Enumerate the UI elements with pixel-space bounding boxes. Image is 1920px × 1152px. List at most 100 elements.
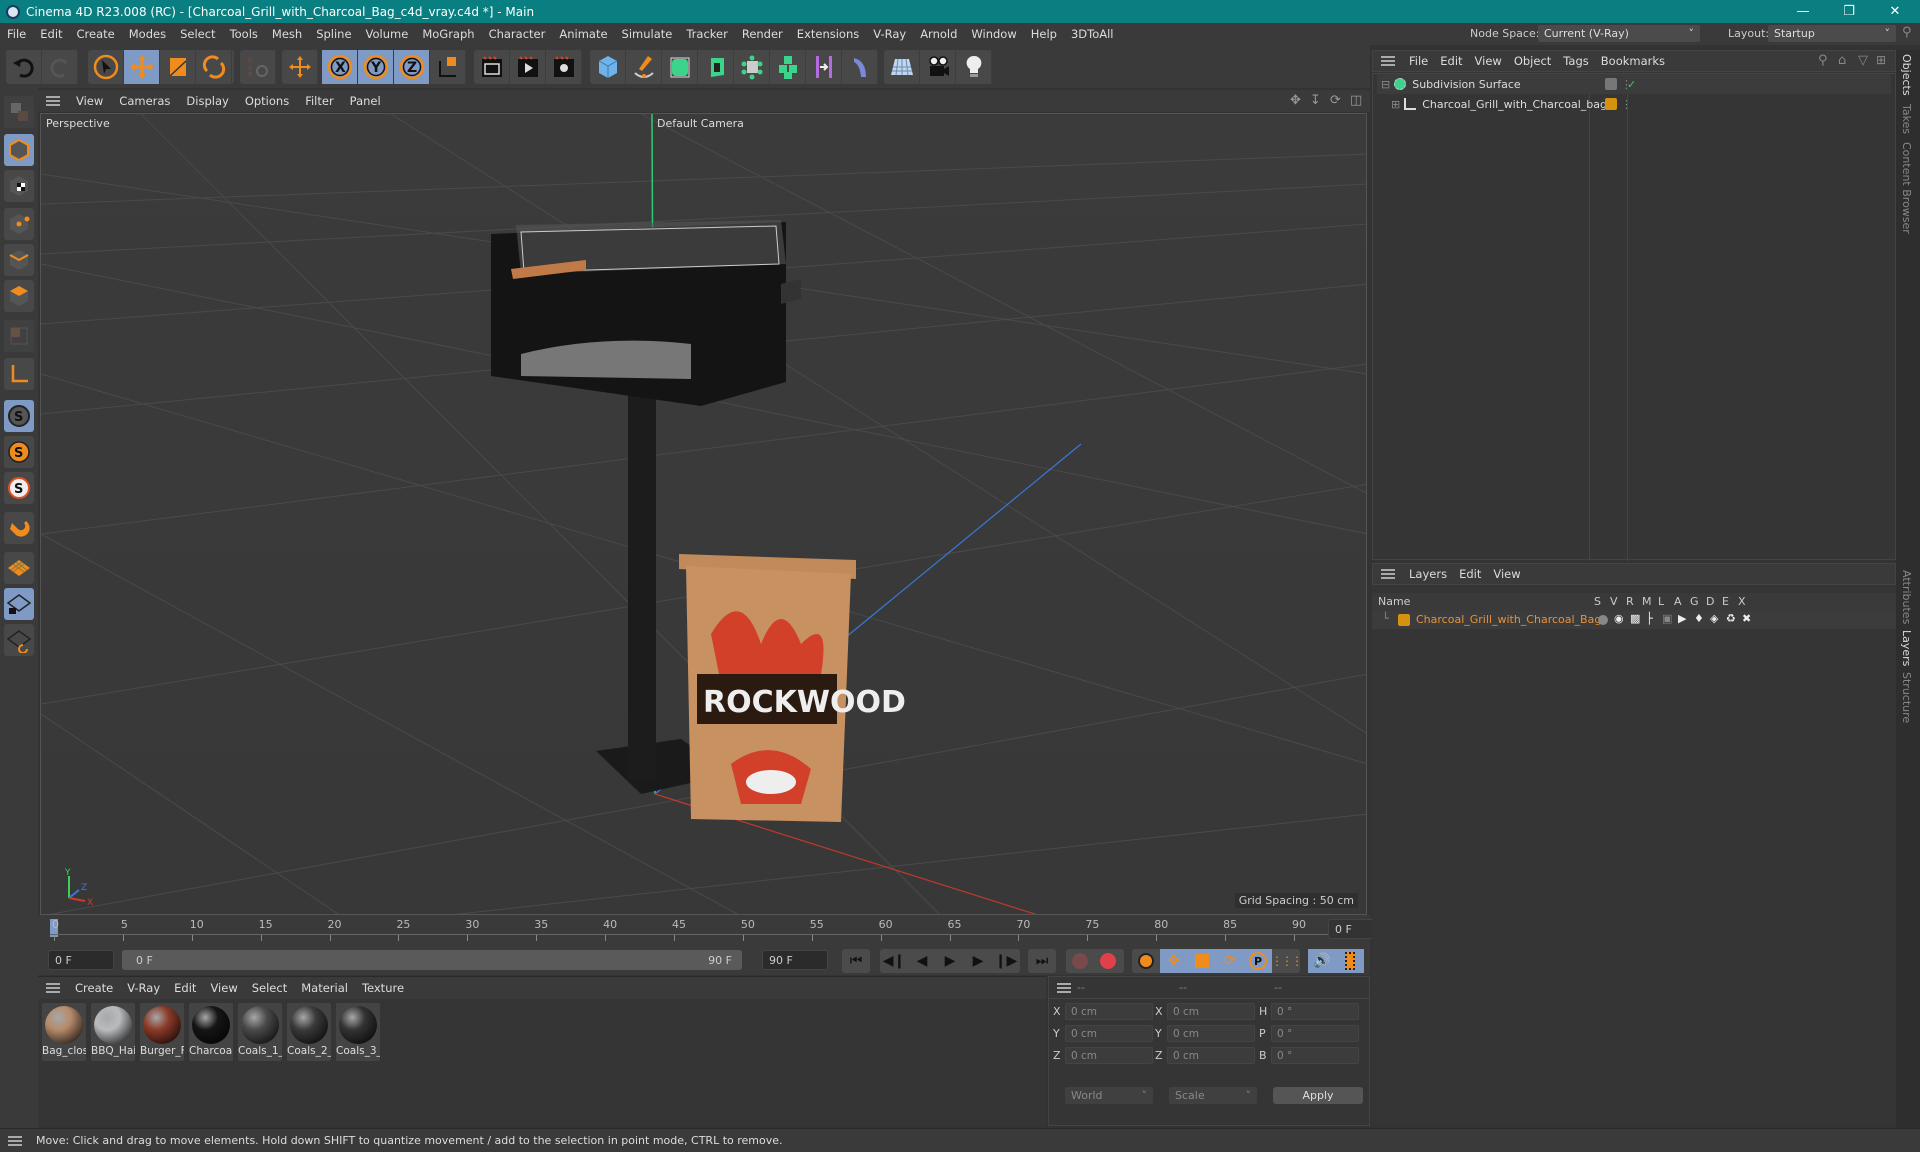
menu-create[interactable]: Create <box>70 27 122 41</box>
material-menu-select[interactable]: Select <box>245 981 294 995</box>
minimize-button[interactable]: — <box>1780 0 1826 23</box>
home-icon[interactable]: ⌂ <box>1838 53 1846 68</box>
apply-button[interactable]: Apply <box>1273 1087 1363 1104</box>
film-strip-button[interactable] <box>1336 949 1364 973</box>
menu-tracker[interactable]: Tracker <box>679 27 735 41</box>
menu-extensions[interactable]: Extensions <box>790 27 866 41</box>
workplane-button[interactable] <box>4 552 34 584</box>
play-button[interactable]: ▶ <box>936 949 964 973</box>
model-mode-button[interactable] <box>4 134 34 166</box>
tab-takes[interactable]: Takes <box>1900 104 1913 134</box>
object-menu-tags[interactable]: Tags <box>1557 54 1594 68</box>
material-menu-vray[interactable]: V-Ray <box>120 981 167 995</box>
record-keys-button[interactable] <box>1066 949 1094 973</box>
hamburger-menu-icon[interactable] <box>8 1135 22 1146</box>
object-menu-edit[interactable]: Edit <box>1434 54 1468 68</box>
texture-mode-button[interactable] <box>4 170 34 202</box>
menu-file[interactable]: File <box>0 27 33 41</box>
coordinate-field[interactable]: 0 cm <box>1065 1025 1153 1042</box>
y-axis-lock-button[interactable]: Y <box>358 50 394 84</box>
zoom-view-icon[interactable]: ↧ <box>1310 93 1321 108</box>
hamburger-menu-icon[interactable] <box>46 96 60 106</box>
object-menu-file[interactable]: File <box>1403 54 1434 68</box>
menu-tools[interactable]: Tools <box>223 27 265 41</box>
expand-icon[interactable]: ⊞ <box>1391 98 1400 111</box>
magnet-button[interactable] <box>4 512 34 544</box>
material-swatch[interactable]: BBQ_Hai <box>91 1003 135 1061</box>
menu-modes[interactable]: Modes <box>122 27 173 41</box>
axis-mode-button[interactable] <box>4 358 34 390</box>
layer-column-header[interactable]: L <box>1658 595 1664 608</box>
menu-animate[interactable]: Animate <box>552 27 614 41</box>
viewport-menu-display[interactable]: Display <box>178 94 236 108</box>
camera-button[interactable] <box>920 50 956 84</box>
next-key-button[interactable]: ❙▶ <box>992 949 1020 973</box>
sound-button[interactable]: 🔊 <box>1308 949 1336 973</box>
render-view-button[interactable] <box>474 50 510 84</box>
x-axis-lock-button[interactable]: X <box>322 50 358 84</box>
solo-toggle[interactable] <box>1598 615 1608 625</box>
edges-mode-button[interactable] <box>4 244 34 276</box>
object-menu-object[interactable]: Object <box>1508 54 1557 68</box>
previous-frame-button[interactable]: ◀ <box>908 949 936 973</box>
material-swatch[interactable]: Coals_3_ <box>336 1003 380 1061</box>
generators-icon[interactable]: ♦ <box>1694 612 1704 625</box>
workplane-snap-button[interactable]: S <box>4 472 34 504</box>
menu-mesh[interactable]: Mesh <box>265 27 309 41</box>
key-position-button[interactable]: ✥ <box>1160 949 1188 973</box>
menu-simulate[interactable]: Simulate <box>615 27 680 41</box>
coordinate-space-dropdown[interactable]: World ˅ <box>1065 1087 1153 1104</box>
layer-column-header[interactable]: X <box>1738 595 1746 608</box>
pan-view-icon[interactable]: ✥ <box>1290 93 1301 108</box>
tab-objects[interactable]: Objects <box>1900 54 1913 96</box>
material-swatch[interactable]: Charcoal <box>189 1003 233 1061</box>
material-swatch[interactable]: Coals_2_ <box>287 1003 331 1061</box>
search-icon[interactable]: ⚲ <box>1902 25 1912 40</box>
material-swatch[interactable]: Bag_clos <box>42 1003 86 1061</box>
deformer-button[interactable] <box>806 50 842 84</box>
layout-dropdown[interactable]: Startup ˅ <box>1768 25 1896 42</box>
coordinate-field[interactable]: 0 cm <box>1167 1025 1255 1042</box>
layer-column-header[interactable]: G <box>1690 595 1699 608</box>
lock-icon[interactable]: ▣ <box>1662 612 1672 625</box>
key-scale-button[interactable] <box>1188 949 1216 973</box>
snap-button[interactable]: S <box>4 400 34 432</box>
scale-tool-button[interactable] <box>160 50 196 84</box>
rotate-tool-button[interactable] <box>196 50 232 84</box>
search-icon[interactable]: ⚲ <box>1818 53 1828 68</box>
layer-column-header[interactable]: V <box>1610 595 1618 608</box>
go-to-start-button[interactable]: ⏮ <box>842 949 870 973</box>
menu-render[interactable]: Render <box>735 27 790 41</box>
menu-arnold[interactable]: Arnold <box>913 27 964 41</box>
subdivision-surface-button[interactable] <box>662 50 698 84</box>
key-rotation-button[interactable]: ⟳ <box>1216 949 1244 973</box>
floor-button[interactable] <box>884 50 920 84</box>
menu-edit[interactable]: Edit <box>33 27 69 41</box>
object-menu-view[interactable]: View <box>1469 54 1508 68</box>
menu-select[interactable]: Select <box>173 27 222 41</box>
tab-layers[interactable]: Layers <box>1900 630 1913 666</box>
menu-3dtoall[interactable]: 3DToAll <box>1064 27 1121 41</box>
viewport-menu-options[interactable]: Options <box>237 94 297 108</box>
collapse-icon[interactable]: ⊟ <box>1381 78 1390 91</box>
animation-play-icon[interactable]: ▶ <box>1678 612 1686 625</box>
node-space-dropdown[interactable]: Current (V-Ray) ˅ <box>1538 25 1700 42</box>
viewport-menu-cameras[interactable]: Cameras <box>111 94 178 108</box>
menu-character[interactable]: Character <box>482 27 553 41</box>
layer-row[interactable]: └ Charcoal_Grill_with_Charcoal_Bag ◉ ▩ ├… <box>1372 611 1896 629</box>
object-row-subdivision-surface[interactable]: ⊟ Subdivision Surface ⋮ ✓ <box>1377 74 1891 94</box>
render-clapper-icon[interactable]: ▩ <box>1630 612 1640 625</box>
material-swatch[interactable]: Coals_1_ <box>238 1003 282 1061</box>
visible-eye-icon[interactable]: ◉ <box>1614 612 1624 625</box>
filter-icon[interactable]: ▽ <box>1858 53 1868 68</box>
layer-column-header[interactable]: D <box>1706 595 1714 608</box>
viewport-menu-view[interactable]: View <box>68 94 111 108</box>
deformers-icon[interactable]: ◈ <box>1710 612 1718 625</box>
layer-column-header[interactable]: E <box>1722 595 1729 608</box>
coordinate-field[interactable]: 0 cm <box>1065 1047 1153 1064</box>
material-menu-texture[interactable]: Texture <box>355 981 411 995</box>
menu-vray[interactable]: V-Ray <box>866 27 913 41</box>
lock-workplane-button[interactable] <box>4 588 34 620</box>
menu-volume[interactable]: Volume <box>359 27 416 41</box>
start-frame-field[interactable]: 0 F <box>48 950 114 970</box>
